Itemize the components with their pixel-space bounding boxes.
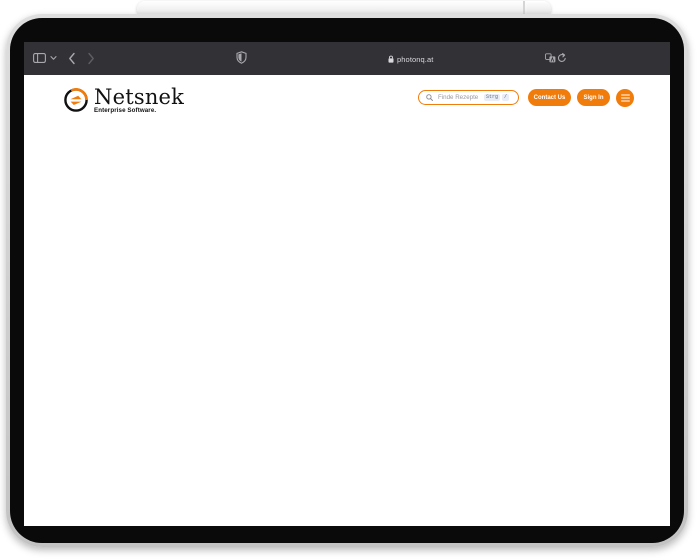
chevron-down-icon[interactable] xyxy=(50,54,57,62)
sidebar-icon[interactable] xyxy=(33,53,46,63)
search-icon xyxy=(426,94,433,101)
contact-us-button[interactable]: Contact Us xyxy=(528,89,571,106)
tablet-device: photonq.at Netsnek Enterprise Software. … xyxy=(6,14,688,547)
hamburger-icon xyxy=(620,94,630,102)
tablet-bezel: photonq.at Netsnek Enterprise Software. … xyxy=(10,18,684,543)
brand-name: Netsnek xyxy=(94,85,185,109)
shortcut-key: Strg xyxy=(484,94,501,101)
chevron-left-icon[interactable] xyxy=(68,52,76,65)
chevron-right-icon[interactable] xyxy=(87,52,95,65)
netsnek-logo-icon xyxy=(64,88,88,112)
menu-button[interactable] xyxy=(616,89,634,107)
shield-icon[interactable] xyxy=(236,51,247,64)
shortcut-slash: / xyxy=(502,94,510,101)
url-text: photonq.at xyxy=(397,54,434,64)
browser-window: photonq.at Netsnek Enterprise Software. … xyxy=(24,42,670,526)
search-input[interactable] xyxy=(438,94,482,101)
brand-logo[interactable]: Netsnek Enterprise Software. xyxy=(63,86,184,114)
browser-toolbar: photonq.at xyxy=(24,42,670,75)
address-bar[interactable]: photonq.at xyxy=(388,53,433,65)
site-header: Netsnek Enterprise Software. Strg / Cont… xyxy=(24,75,670,131)
lock-icon xyxy=(388,55,394,63)
translate-icon[interactable] xyxy=(545,53,556,63)
reload-icon[interactable] xyxy=(557,53,567,63)
brand-text: Netsnek Enterprise Software. xyxy=(94,86,184,114)
sign-in-button[interactable]: Sign In xyxy=(577,89,610,106)
search-box[interactable]: Strg / xyxy=(418,90,519,105)
